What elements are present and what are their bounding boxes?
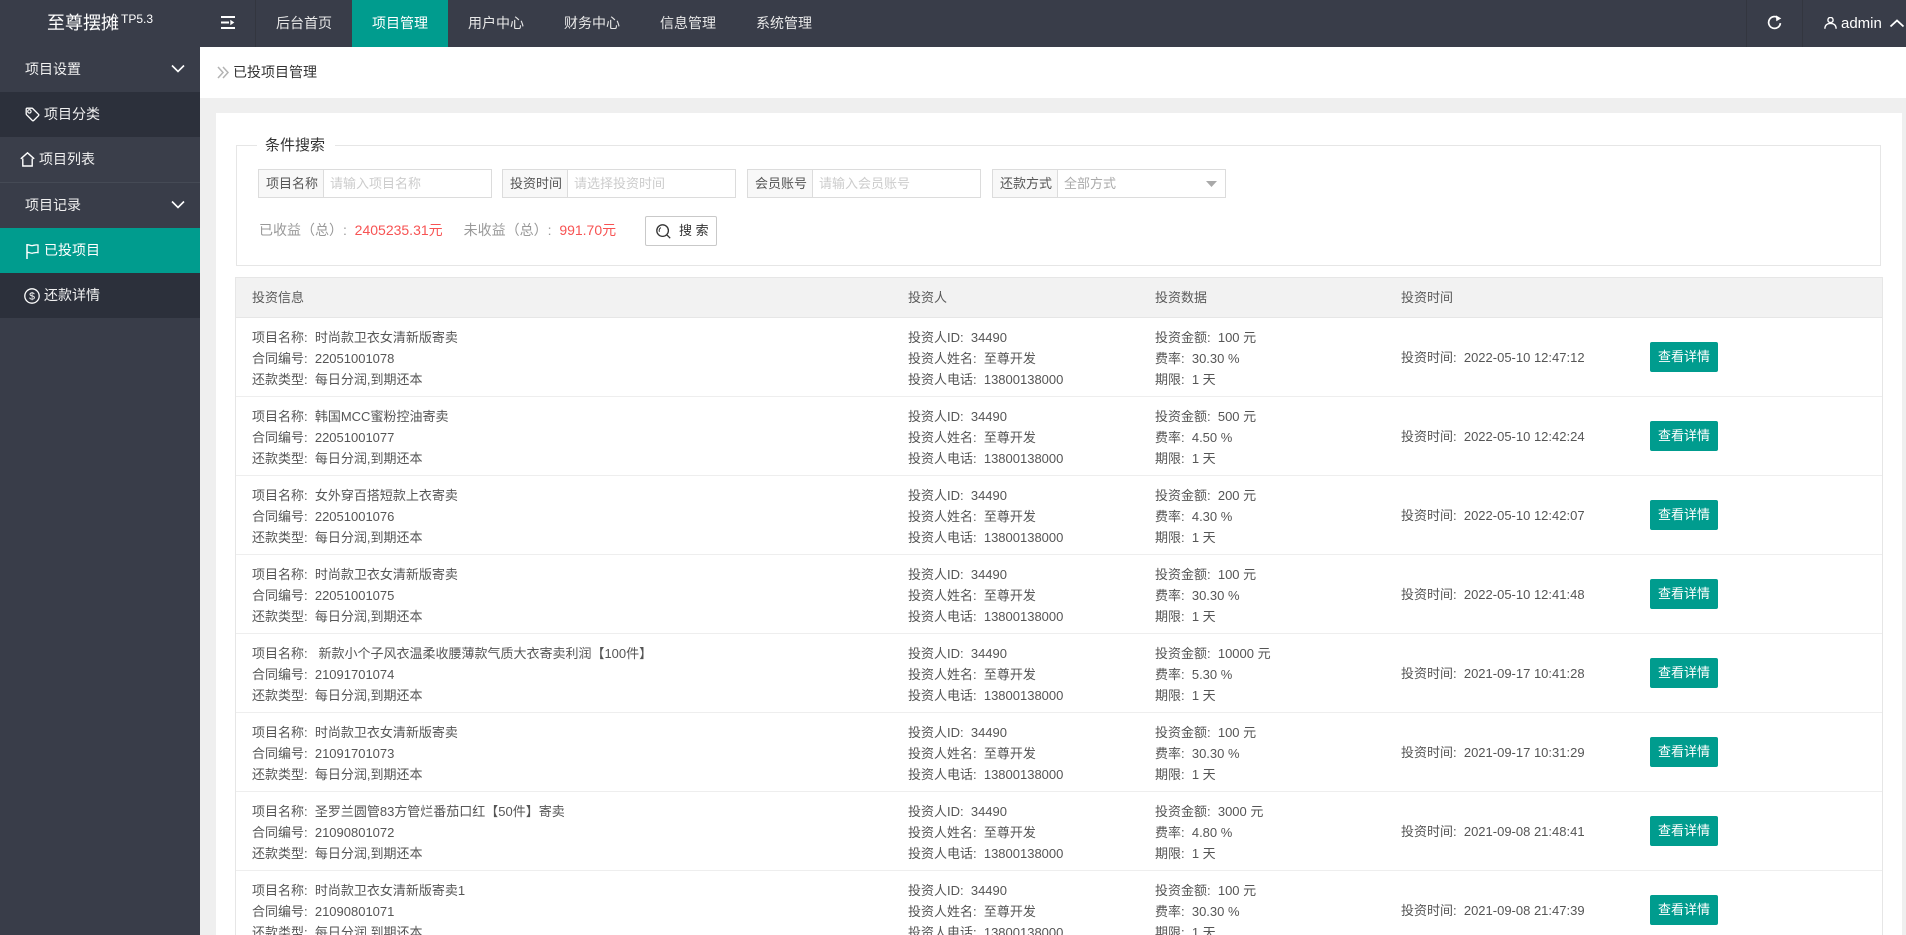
- svg-text:$: $: [29, 291, 35, 303]
